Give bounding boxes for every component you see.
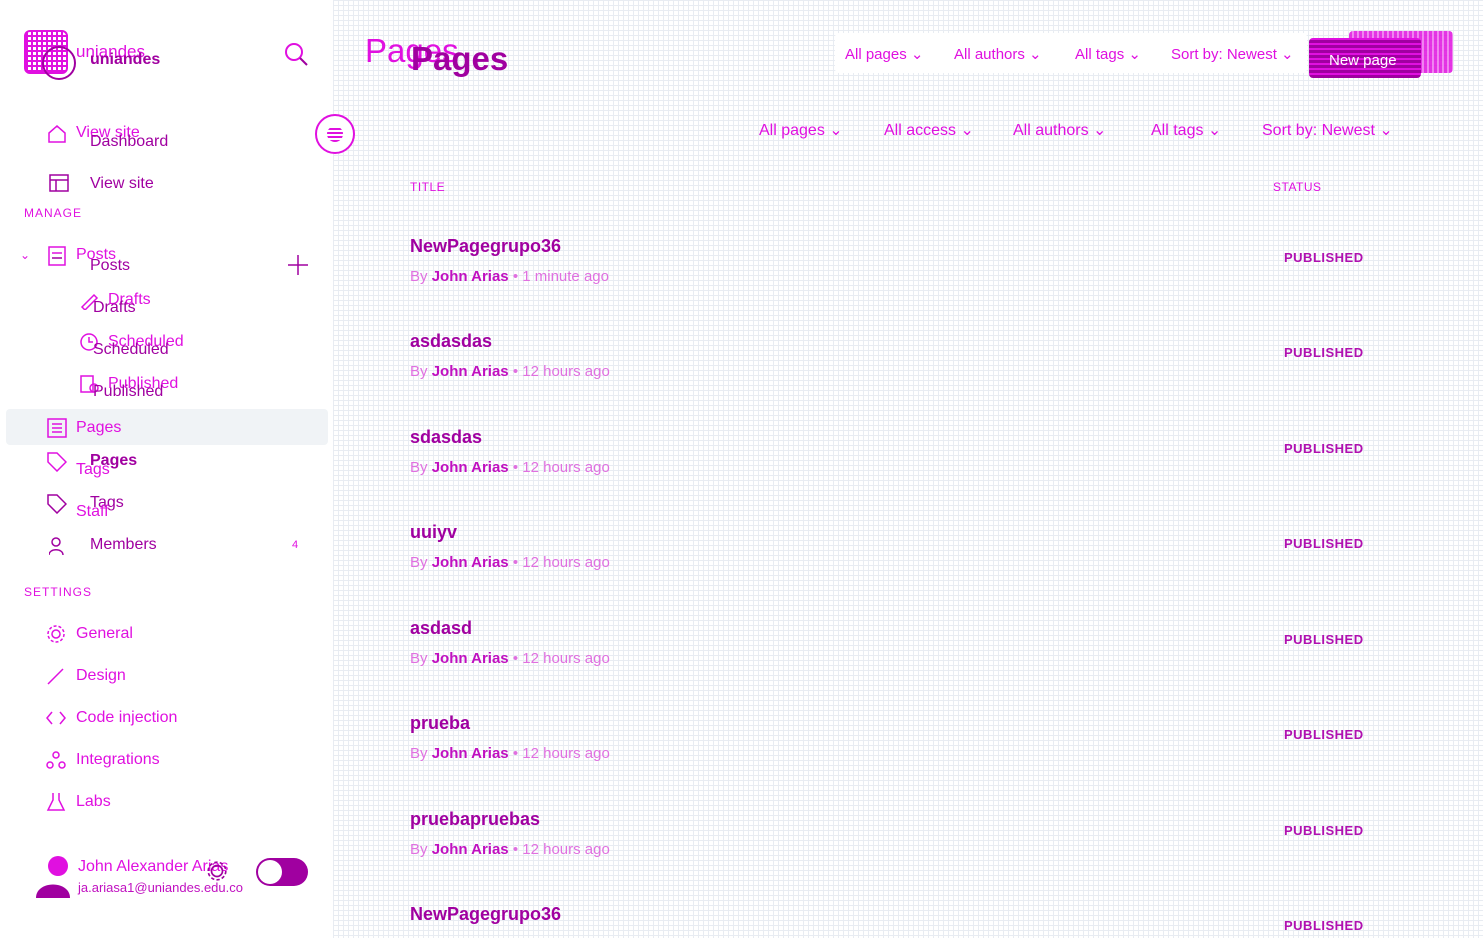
column-header-title: TITLE bbox=[410, 180, 446, 194]
add-post-icon[interactable] bbox=[288, 255, 308, 275]
brush-icon bbox=[47, 668, 64, 685]
table-row[interactable]: sdasdas By John Arias • 12 hours ago PUB… bbox=[410, 427, 1410, 517]
row-meta: By John Arias • 12 hours ago bbox=[410, 554, 610, 571]
status-badge: PUBLISHED bbox=[1284, 441, 1364, 456]
avatar bbox=[36, 856, 70, 898]
nav-code-injection[interactable]: Code injection bbox=[76, 709, 177, 727]
status-badge: PUBLISHED bbox=[1284, 345, 1364, 360]
filter-all-pages-top[interactable]: All pages ⌄ bbox=[845, 45, 923, 63]
row-title[interactable]: NewPagegrupo36 bbox=[410, 904, 561, 925]
table-row[interactable]: asdasdas By John Arias • 12 hours ago PU… bbox=[410, 331, 1410, 421]
flask-icon bbox=[46, 793, 66, 811]
filter-all-authors[interactable]: All authors ⌄ bbox=[1013, 120, 1106, 140]
status-badge: PUBLISHED bbox=[1284, 727, 1364, 742]
status-badge: PUBLISHED bbox=[1284, 632, 1364, 647]
main-content: Pages Pages All pages ⌄ All authors ⌄ Al… bbox=[315, 0, 1483, 938]
nav-pages[interactable]: Pages bbox=[76, 419, 121, 437]
status-badge: PUBLISHED bbox=[1284, 250, 1364, 265]
code-icon bbox=[46, 711, 66, 725]
pages-icon bbox=[47, 418, 67, 438]
filter-all-authors-top[interactable]: All authors ⌄ bbox=[954, 45, 1042, 63]
nav-members[interactable]: Members bbox=[90, 536, 157, 554]
settings-section-title: SETTINGS bbox=[24, 585, 93, 599]
row-title[interactable]: NewPagegrupo36 bbox=[410, 236, 561, 257]
row-title[interactable]: uuiyv bbox=[410, 522, 457, 543]
nav-design[interactable]: Design bbox=[76, 667, 126, 685]
status-badge: PUBLISHED bbox=[1284, 536, 1364, 551]
sort-newest[interactable]: Sort by: Newest ⌄ bbox=[1262, 120, 1393, 140]
view-site-icon bbox=[49, 174, 69, 192]
row-title[interactable]: prueba bbox=[410, 713, 470, 734]
status-badge: PUBLISHED bbox=[1284, 918, 1364, 933]
settings-gear-icon[interactable] bbox=[206, 860, 228, 882]
new-page-label[interactable]: New page bbox=[1329, 52, 1397, 69]
user-menu[interactable]: John Alexander Arias ja.ariasa1@uniandes… bbox=[30, 852, 330, 902]
row-meta: By John Arias • 12 hours ago bbox=[410, 650, 610, 667]
members-icon bbox=[49, 537, 64, 556]
nav-dashboard[interactable]: Dashboard bbox=[90, 133, 168, 151]
nav-view-site-2[interactable]: View site bbox=[90, 175, 154, 193]
staff-icon bbox=[47, 494, 67, 514]
nav-labs[interactable]: Labs bbox=[76, 793, 111, 811]
search-icon[interactable] bbox=[282, 40, 310, 68]
table-row[interactable]: prueba By John Arias • 12 hours ago PUBL… bbox=[410, 713, 1410, 803]
nav-scheduled-ghost[interactable]: Scheduled bbox=[93, 341, 169, 359]
row-title[interactable]: pruebapruebas bbox=[410, 809, 540, 830]
brand-name-bold: uniandes bbox=[90, 51, 161, 68]
filter-all-pages[interactable]: All pages ⌄ bbox=[759, 120, 843, 140]
row-meta: By John Arias • 12 hours ago bbox=[410, 745, 610, 762]
brand-logo[interactable] bbox=[24, 30, 76, 80]
night-mode-toggle[interactable] bbox=[256, 858, 308, 886]
table-row[interactable]: pruebapruebas By John Arias • 12 hours a… bbox=[410, 809, 1410, 899]
filter-all-tags-top[interactable]: All tags ⌄ bbox=[1075, 45, 1141, 63]
nav-integrations[interactable]: Integrations bbox=[76, 751, 160, 769]
page-title-ghost: Pages bbox=[411, 40, 509, 77]
status-badge: PUBLISHED bbox=[1284, 823, 1364, 838]
posts-icon bbox=[48, 246, 66, 266]
brand-ring-icon bbox=[42, 46, 76, 80]
row-meta: By John Arias • 12 hours ago bbox=[410, 363, 610, 380]
table-row[interactable]: asdasd By John Arias • 12 hours ago PUBL… bbox=[410, 618, 1410, 708]
tag-icon bbox=[47, 452, 67, 472]
manage-section-title: MANAGE bbox=[24, 206, 83, 220]
nav-staff[interactable]: Staff bbox=[76, 503, 109, 521]
nav-posts-ghost[interactable]: Posts bbox=[90, 257, 130, 275]
nav-published-ghost[interactable]: Published bbox=[93, 383, 163, 401]
column-header-status: STATUS bbox=[1273, 180, 1322, 194]
row-meta: By John Arias • 12 hours ago bbox=[410, 841, 610, 858]
gear-icon bbox=[47, 625, 65, 643]
nav-tags[interactable]: Tags bbox=[76, 461, 110, 479]
top-filter-bar: All pages ⌄ All authors ⌄ All tags ⌄ Sor… bbox=[835, 33, 1307, 73]
integrations-icon bbox=[46, 751, 66, 769]
table-row[interactable]: NewPagegrupo36 PUBLISHED bbox=[410, 904, 1410, 938]
row-title[interactable]: asdasdas bbox=[410, 331, 492, 352]
row-meta: By John Arias • 12 hours ago bbox=[410, 459, 610, 476]
row-title[interactable]: sdasdas bbox=[410, 427, 482, 448]
members-count-badge: 4 bbox=[292, 539, 299, 551]
home-icon bbox=[48, 125, 66, 143]
user-email: ja.ariasa1@uniandes.edu.co bbox=[78, 880, 243, 895]
row-title[interactable]: asdasd bbox=[410, 618, 472, 639]
sort-newest-top[interactable]: Sort by: Newest ⌄ bbox=[1171, 45, 1294, 63]
nav-general[interactable]: General bbox=[76, 625, 133, 643]
filter-all-access[interactable]: All access ⌄ bbox=[884, 120, 974, 140]
row-meta: By John Arias • 1 minute ago bbox=[410, 268, 609, 285]
nav-drafts-ghost[interactable]: Drafts bbox=[93, 299, 136, 317]
sidebar: uniandes uniandes View site Dashboard Vi… bbox=[0, 0, 333, 938]
chevron-down-icon[interactable]: ⌄ bbox=[20, 248, 30, 262]
toggle-sidebar-button[interactable] bbox=[315, 114, 355, 154]
table-row[interactable]: NewPagegrupo36 By John Arias • 1 minute … bbox=[410, 236, 1410, 326]
filter-all-tags[interactable]: All tags ⌄ bbox=[1151, 120, 1221, 140]
table-row[interactable]: uuiyv By John Arias • 12 hours ago PUBLI… bbox=[410, 522, 1410, 612]
